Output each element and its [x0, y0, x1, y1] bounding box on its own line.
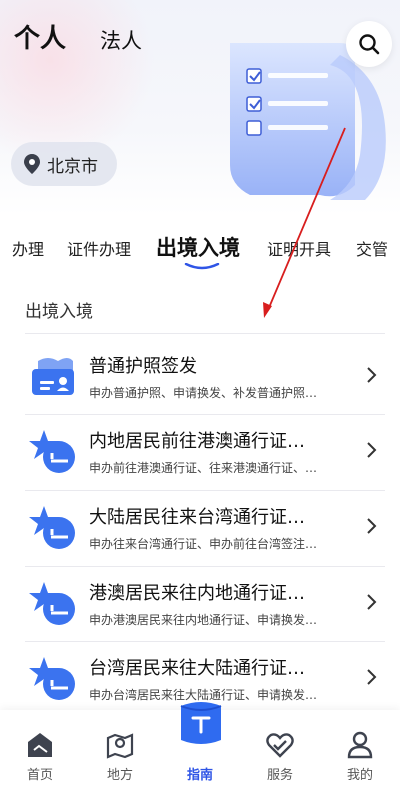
tab-personal[interactable]: 个人: [14, 18, 66, 55]
search-button[interactable]: [346, 21, 392, 67]
chevron-right-icon: [367, 518, 377, 534]
list-item[interactable]: 内地居民前往港澳通行证… 申办前往港澳通行证、往来港澳通行证、…: [25, 414, 385, 488]
nav-local[interactable]: 地方: [80, 710, 160, 793]
star-plane-icon: [29, 582, 75, 625]
passport-card-icon: [32, 358, 74, 395]
guide-box-icon: [180, 702, 222, 744]
item-subtitle: 申办往来台湾通行证、申办前往台湾签注…: [89, 537, 318, 551]
list-item[interactable]: 普通护照签发 申办普通护照、申请换发、补发普通护照…: [25, 339, 385, 413]
nav-home[interactable]: 首页: [0, 710, 80, 793]
category-tab-jiaoguan[interactable]: 交管: [356, 236, 388, 260]
item-title: 内地居民前往港澳通行证…: [89, 431, 305, 452]
map-icon: [106, 733, 134, 759]
list-item[interactable]: 大陆居民往来台湾通行证… 申办往来台湾通行证、申办前往台湾签注…: [25, 490, 385, 564]
chevron-right-icon: [367, 442, 377, 458]
nav-label: 我的: [346, 768, 373, 783]
identity-tabs: 个人 法人: [14, 18, 142, 55]
category-tab-zhengjian[interactable]: 证件办理: [67, 236, 131, 260]
active-tab-indicator: [184, 263, 220, 270]
item-subtitle: 申办普通护照、申请换发、补发普通护照…: [89, 386, 318, 400]
star-plane-icon: [29, 657, 75, 700]
nav-service[interactable]: 服务: [240, 710, 320, 793]
item-subtitle: 申办港澳居民来往内地通行证、申请换发…: [89, 613, 318, 627]
item-title: 台湾居民来往大陆通行证…: [89, 658, 305, 679]
nav-label: 首页: [26, 768, 53, 783]
nav-guide[interactable]: 指南: [160, 702, 240, 793]
chevron-right-icon: [367, 367, 377, 383]
divider: [25, 333, 385, 334]
home-icon: [28, 733, 52, 757]
category-tabs: 办理 证件办理 出境入境 证明开具 交管: [0, 226, 400, 270]
bottom-nav: 首页 地方 指南 服务 我的: [0, 702, 400, 793]
star-plane-icon: [29, 506, 75, 549]
item-title: 普通护照签发: [89, 356, 197, 377]
city-selector[interactable]: 北京市: [11, 142, 117, 186]
service-heart-icon: [266, 733, 294, 758]
nav-label: 服务: [266, 768, 293, 783]
nav-label: 地方: [106, 768, 133, 783]
chevron-right-icon: [367, 594, 377, 610]
item-subtitle: 申办前往港澳通行证、往来港澳通行证、…: [89, 461, 318, 475]
hero-banner: 个人 法人 北京市: [0, 0, 400, 215]
category-tab-banli[interactable]: 办理: [12, 236, 44, 260]
location-pin-icon: [24, 154, 40, 174]
search-icon: [359, 34, 380, 55]
tab-legal[interactable]: 法人: [100, 25, 142, 55]
category-tab-chujing[interactable]: 出境入境: [156, 232, 240, 262]
item-title: 港澳居民来往内地通行证…: [89, 583, 305, 604]
chevron-right-icon: [367, 669, 377, 685]
section-title: 出境入境: [25, 302, 93, 322]
city-label: 北京市: [47, 156, 98, 177]
list-item[interactable]: 港澳居民来往内地通行证… 申办港澳居民来往内地通行证、申请换发…: [25, 566, 385, 640]
category-tab-zhengming[interactable]: 证明开具: [267, 236, 331, 260]
nav-mine[interactable]: 我的: [320, 710, 400, 793]
star-plane-icon: [29, 430, 75, 473]
nav-label: 指南: [186, 768, 213, 783]
user-icon: [347, 731, 373, 759]
item-title: 大陆居民往来台湾通行证…: [89, 507, 305, 528]
